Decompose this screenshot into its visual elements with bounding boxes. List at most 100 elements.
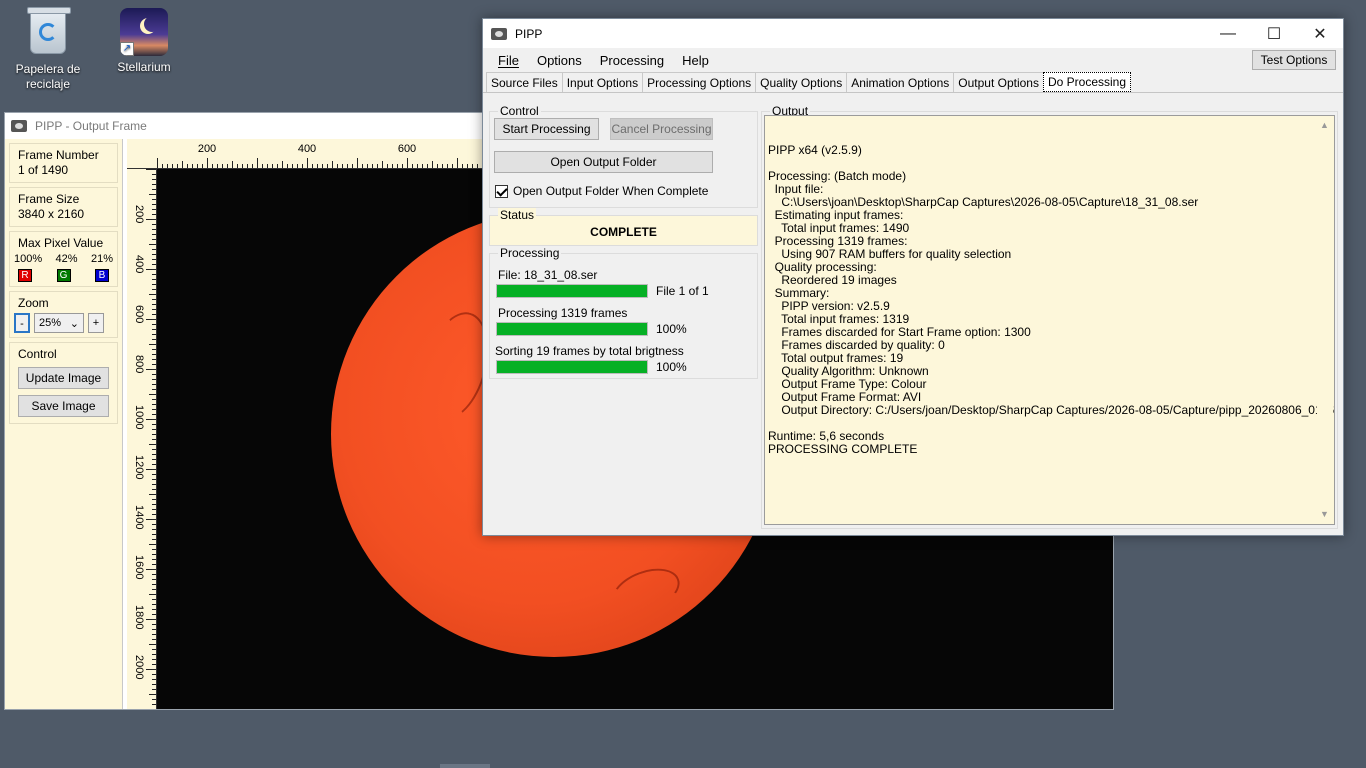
- open-when-complete-checkbox[interactable]: [495, 184, 508, 198]
- menu-help[interactable]: Help: [673, 53, 718, 68]
- ruler-tick: [377, 164, 378, 168]
- scroll-down-icon[interactable]: ▼: [1320, 508, 1329, 521]
- ruler-tick: [152, 279, 156, 280]
- ruler-tick: [146, 319, 156, 320]
- ruler-tick: [146, 669, 156, 670]
- ruler-tick: [447, 164, 448, 168]
- ruler-tick: [152, 274, 156, 275]
- ruler-tick: [217, 164, 218, 168]
- test-options-button[interactable]: Test Options: [1252, 50, 1336, 70]
- tab-animation-options[interactable]: Animation Options: [846, 72, 955, 92]
- ruler-tick: [202, 164, 203, 168]
- frame-number-value: 1 of 1490: [18, 163, 69, 177]
- ruler-y-label: 200: [133, 205, 145, 224]
- maximize-icon[interactable]: ☐: [1251, 19, 1297, 48]
- control-label: Control: [18, 347, 57, 361]
- open-output-folder-button[interactable]: Open Output Folder: [494, 151, 713, 173]
- ruler-tick: [212, 164, 213, 168]
- sort-progress-text: 100%: [656, 360, 687, 374]
- ruler-tick: [152, 364, 156, 365]
- processing-groupbox: Processing File: 18_31_08.ser File 1 of …: [489, 246, 758, 379]
- max-pixel-label: Max Pixel Value: [18, 236, 104, 250]
- main-titlebar[interactable]: PIPP — ☐ ✕: [483, 19, 1343, 48]
- frame-number-label: Frame Number: [18, 148, 99, 162]
- ruler-tick: [152, 259, 156, 260]
- ruler-tick: [402, 164, 403, 168]
- ruler-tick: [152, 589, 156, 590]
- stellarium-icon: ↗: [120, 8, 168, 56]
- tab-do-processing[interactable]: Do Processing: [1042, 72, 1132, 92]
- ruler-tick: [152, 254, 156, 255]
- ruler-tick: [282, 161, 283, 168]
- output-log-line: PROCESSING COMPLETE: [768, 442, 918, 456]
- file-label: File: 18_31_08.ser: [498, 268, 598, 282]
- frames-progress-bar: [496, 322, 648, 336]
- start-processing-button[interactable]: Start Processing: [494, 118, 599, 140]
- zoom-out-button[interactable]: -: [14, 313, 30, 333]
- ruler-tick: [152, 409, 156, 410]
- ruler-tick: [149, 244, 156, 245]
- ruler-tick: [452, 164, 453, 168]
- ruler-tick: [167, 164, 168, 168]
- output-log[interactable]: PIPP x64 (v2.5.9) Processing: (Batch mod…: [764, 115, 1335, 525]
- tab-processing-options[interactable]: Processing Options: [642, 72, 757, 92]
- zoom-label: Zoom: [18, 296, 49, 310]
- ruler-tick: [432, 161, 433, 168]
- ruler-tick: [152, 299, 156, 300]
- open-when-complete-row[interactable]: Open Output Folder When Complete: [495, 184, 708, 198]
- menu-options[interactable]: Options: [528, 53, 591, 68]
- zoom-select[interactable]: 25% ⌄: [34, 313, 84, 333]
- ruler-tick: [152, 439, 156, 440]
- minimize-icon[interactable]: —: [1205, 19, 1251, 48]
- ruler-tick: [462, 164, 463, 168]
- cancel-processing-button[interactable]: Cancel Processing: [610, 118, 713, 140]
- ruler-tick: [287, 164, 288, 168]
- ruler-tick: [247, 164, 248, 168]
- control-groupbox: Control Start Processing Cancel Processi…: [489, 104, 758, 208]
- tab-output-options[interactable]: Output Options: [953, 72, 1044, 92]
- frame-size-group: Frame Size 3840 x 2160: [9, 187, 118, 227]
- zoom-in-button[interactable]: +: [88, 313, 104, 333]
- ruler-tick: [177, 164, 178, 168]
- ruler-tick: [152, 514, 156, 515]
- output-scrollbar[interactable]: ▲ ▼: [1317, 117, 1333, 523]
- ruler-tick: [152, 489, 156, 490]
- tab-input-options[interactable]: Input Options: [561, 72, 644, 92]
- update-image-button[interactable]: Update Image: [18, 367, 109, 389]
- close-icon[interactable]: ✕: [1297, 19, 1343, 48]
- ruler-tick: [152, 389, 156, 390]
- output-log-text: PIPP x64 (v2.5.9) Processing: (Batch mod…: [768, 144, 1334, 456]
- ruler-tick: [152, 614, 156, 615]
- frame-size-label: Frame Size: [18, 192, 80, 206]
- ruler-tick: [152, 679, 156, 680]
- ruler-tick: [152, 539, 156, 540]
- ruler-tick: [237, 164, 238, 168]
- ruler-tick: [149, 594, 156, 595]
- pipp-app-icon: [491, 27, 507, 40]
- tab-source-files[interactable]: Source Files: [486, 72, 563, 92]
- ruler-tick: [277, 164, 278, 168]
- scroll-up-icon[interactable]: ▲: [1320, 119, 1329, 132]
- ruler-tick: [367, 164, 368, 168]
- ruler-y-label: 800: [133, 355, 145, 374]
- ruler-tick: [222, 164, 223, 168]
- save-image-button[interactable]: Save Image: [18, 395, 109, 417]
- tab-quality-options[interactable]: Quality Options: [755, 72, 848, 92]
- ruler-tick: [152, 584, 156, 585]
- recycle-bin-desktop-icon[interactable]: Papelera de reciclaje: [8, 7, 88, 92]
- r-chip: R: [18, 269, 32, 282]
- main-title: PIPP: [515, 26, 543, 41]
- menu-file[interactable]: File: [489, 53, 528, 68]
- ruler-tick: [417, 164, 418, 168]
- ruler-tick: [152, 359, 156, 360]
- stellarium-desktop-icon[interactable]: ↗ Stellarium: [104, 8, 184, 75]
- max-pixel-group: Max Pixel Value 100% 42% 21% R G B: [9, 231, 118, 287]
- ruler-tick: [152, 224, 156, 225]
- menu-processing[interactable]: Processing: [591, 53, 673, 68]
- frames-label: Processing 1319 frames: [498, 306, 628, 320]
- ruler-tick: [152, 449, 156, 450]
- status-value: COMPLETE: [590, 225, 657, 239]
- ruler-tick: [372, 164, 373, 168]
- ruler-tick: [152, 609, 156, 610]
- ruler-tick: [146, 569, 156, 570]
